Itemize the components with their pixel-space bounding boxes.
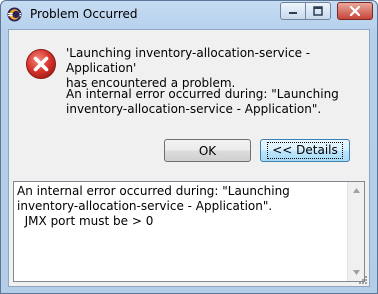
details-text: An internal error occurred during: "Laun… — [17, 184, 290, 228]
minimize-icon — [289, 12, 297, 14]
close-icon — [349, 6, 361, 16]
dialog-window: Problem Occurred 'Launching inventory-al… — [0, 0, 378, 294]
title-bar[interactable]: Problem Occurred — [1, 1, 377, 29]
maximize-button[interactable] — [305, 2, 331, 20]
scroll-up-icon — [352, 188, 360, 193]
window-title: Problem Occurred — [30, 7, 138, 21]
minimize-button[interactable] — [280, 2, 306, 20]
details-text-area[interactable]: An internal error occurred during: "Laun… — [13, 181, 365, 282]
scroll-up-button[interactable] — [348, 182, 364, 199]
vertical-scrollbar[interactable] — [347, 182, 364, 281]
details-button[interactable]: << Details — [260, 139, 350, 162]
ok-button-label: OK — [198, 143, 217, 158]
close-button[interactable] — [337, 2, 373, 20]
details-button-label: << Details — [267, 142, 343, 159]
error-message: 'Launching inventory-allocation-service … — [66, 46, 311, 90]
ok-button[interactable]: OK — [164, 139, 251, 162]
resize-grip-icon[interactable] — [358, 275, 368, 285]
eclipse-icon — [7, 7, 22, 22]
error-detail-message: An internal error occurred during: "Laun… — [66, 87, 339, 116]
dialog-content: 'Launching inventory-allocation-service … — [8, 29, 370, 287]
maximize-icon — [313, 6, 323, 16]
error-icon — [26, 49, 56, 79]
